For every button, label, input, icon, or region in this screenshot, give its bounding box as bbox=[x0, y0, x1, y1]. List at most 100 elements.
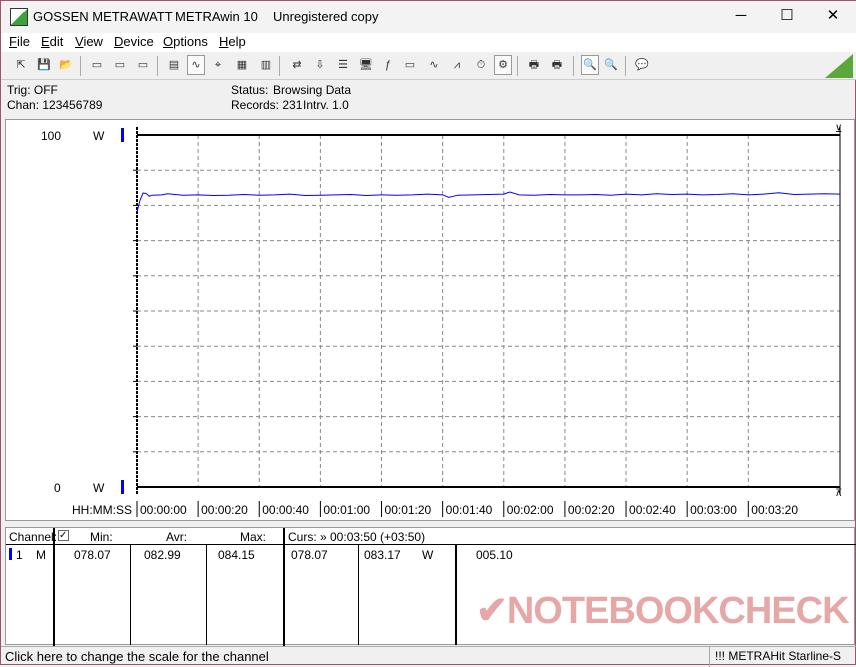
trigger-icon[interactable]: ⚙ bbox=[494, 55, 512, 75]
avr-header: Avr: bbox=[166, 530, 188, 544]
device-clear-icon[interactable]: ▭ bbox=[111, 55, 129, 75]
graph-view-icon[interactable]: ∿ bbox=[187, 55, 205, 75]
x-tick-label: 00:01:20 bbox=[385, 503, 432, 517]
function-icon[interactable]: ƒ bbox=[379, 55, 397, 75]
x-tick-label: 00:00:20 bbox=[201, 503, 248, 517]
timer-icon[interactable]: ⏱ bbox=[472, 55, 490, 75]
cursor-header: Curs: » 00:03:50 (+03:50) bbox=[288, 530, 426, 544]
cursor-min-value: 078.07 bbox=[291, 548, 328, 562]
cursor-bottom-marker: ⊼ bbox=[835, 488, 842, 499]
min-value: 078.07 bbox=[74, 548, 111, 562]
menu-options[interactable]: Options bbox=[163, 34, 208, 49]
channel-color-marker bbox=[9, 548, 12, 560]
toolbar-separator bbox=[157, 56, 158, 76]
status-indicator-icon bbox=[825, 54, 853, 78]
display-icon[interactable]: ▤ bbox=[165, 55, 183, 75]
toolbar-separator bbox=[573, 56, 574, 76]
transfer-icon[interactable]: ⇄ bbox=[288, 55, 306, 75]
trigger-status: Trig: OFF bbox=[7, 83, 58, 97]
toolbar-separator bbox=[279, 56, 280, 76]
menu-bar: File Edit View Device Options Help bbox=[1, 33, 856, 52]
cursor-top-marker: ⊻ bbox=[835, 124, 842, 135]
x-tick-label: 00:02:00 bbox=[507, 503, 554, 517]
message-icon[interactable]: 💬 bbox=[633, 55, 651, 75]
close-button[interactable]: ✕ bbox=[810, 1, 856, 33]
max-header: Max: bbox=[240, 530, 267, 544]
power-chart[interactable]: 00:00:00 00:00:20 00:00:40 00:01:00 00:01:20… bbox=[6, 120, 856, 522]
x-axis-label: HH:MM:SS bbox=[72, 503, 132, 517]
scale-marker-top bbox=[121, 128, 124, 142]
app-logo-icon bbox=[10, 8, 28, 26]
device-read-icon[interactable]: ▭ bbox=[88, 55, 106, 75]
x-tick-label: 00:00:40 bbox=[262, 503, 309, 517]
info-panel: Trig: OFF Chan: 123456789 Status: Browsi… bbox=[1, 81, 856, 117]
toolbar-separator bbox=[517, 56, 518, 76]
x-tick-label: 00:00:00 bbox=[140, 503, 187, 517]
zoom-signal-icon[interactable]: 🔍 bbox=[581, 55, 599, 75]
cursor-unit: W bbox=[422, 548, 434, 562]
menu-device[interactable]: Device bbox=[114, 34, 154, 49]
license-status: Unregistered copy bbox=[273, 9, 379, 24]
toolbar: ⇱ 💾 📂 ▭ ▭ ▭ ▤ ∿ ⌖ ▦ ▥ ⇄ ⇩ ☰ 🖥 ƒ ▭ ∿ ⩘ ⏱ ⚙ 🖶 🖶 🔍 🔍 💬 bbox=[1, 52, 856, 80]
y-unit-bottom: W bbox=[93, 481, 105, 495]
maximize-button[interactable]: ☐ bbox=[764, 1, 810, 33]
notebookcheck-watermark: ✔NOTEBOOKCHECK bbox=[476, 590, 850, 632]
x-tick-label: 00:03:00 bbox=[690, 503, 737, 517]
menu-file[interactable]: File bbox=[9, 34, 30, 49]
brand-name: GOSSEN METRAWATT bbox=[33, 9, 173, 24]
zoom-icon[interactable]: 🔍 bbox=[602, 55, 620, 75]
status-hint[interactable]: Click here to change the scale for the c… bbox=[5, 649, 269, 664]
x-tick-label: 00:02:20 bbox=[568, 503, 615, 517]
chart-panel[interactable]: 00:00:00 00:00:20 00:00:40 00:01:00 00:01:20… bbox=[5, 119, 855, 521]
monitor-icon[interactable]: 🖥 bbox=[357, 55, 375, 75]
toolbar-separator bbox=[625, 56, 626, 76]
x-tick-label: 00:03:20 bbox=[751, 503, 798, 517]
device-memory-icon[interactable]: ▭ bbox=[134, 55, 152, 75]
cursor-value: 083.17 bbox=[364, 548, 401, 562]
scale-marker-bottom bbox=[121, 480, 124, 494]
menu-view[interactable]: View bbox=[75, 34, 103, 49]
channel-table: Channel: ✓ Min: Avr: Max: Curs: » 00:03:… bbox=[5, 527, 856, 646]
menu-edit[interactable]: Edit bbox=[41, 34, 63, 49]
x-tick-label: 00:01:40 bbox=[446, 503, 493, 517]
app-name: METRAwin 10 bbox=[175, 9, 258, 24]
toolbar-separator bbox=[80, 56, 81, 76]
table-view-icon[interactable]: ▦ bbox=[233, 55, 251, 75]
extra-value: 005.10 bbox=[476, 548, 513, 562]
records-count: Records: 231 bbox=[231, 98, 303, 112]
interval: Intrv. 1.0 bbox=[303, 98, 349, 112]
crosshair-icon[interactable]: ⌖ bbox=[209, 55, 227, 75]
y-min-label: 0 bbox=[54, 481, 61, 495]
status-label: Status: bbox=[231, 83, 269, 97]
channel-header: Channel: bbox=[9, 530, 58, 544]
memory-icon[interactable]: ▭ bbox=[401, 55, 419, 75]
status-bar[interactable]: Click here to change the scale for the c… bbox=[1, 646, 856, 667]
x-tick-label: 00:02:40 bbox=[629, 503, 676, 517]
avr-value: 082.99 bbox=[144, 548, 181, 562]
title-bar: GOSSEN METRAWATT METRAwin 10 Unregistere… bbox=[1, 1, 856, 33]
print-preview-icon[interactable]: 🖶 bbox=[525, 55, 543, 75]
menu-help[interactable]: Help bbox=[219, 34, 246, 49]
device-status: !!! METRAHit Starline-S bbox=[715, 649, 842, 663]
minimize-button[interactable]: ─ bbox=[718, 1, 764, 33]
download-icon[interactable]: ⇩ bbox=[311, 55, 329, 75]
channels: Chan: 123456789 bbox=[7, 98, 103, 112]
min-header: Min: bbox=[90, 530, 113, 544]
max-value: 084.15 bbox=[218, 548, 255, 562]
status-value: Browsing Data bbox=[273, 83, 352, 97]
y-max-label: 100 bbox=[41, 129, 61, 143]
export-icon[interactable]: ⇱ bbox=[12, 55, 30, 75]
waveform-icon[interactable]: ⩘ bbox=[448, 55, 466, 75]
open-icon[interactable]: 📂 bbox=[57, 55, 75, 75]
channel-mode: M bbox=[36, 548, 46, 562]
signal-icon[interactable]: ∿ bbox=[425, 55, 443, 75]
y-unit-top: W bbox=[93, 129, 105, 143]
save-icon[interactable]: 💾 bbox=[35, 55, 53, 75]
list-icon[interactable]: ☰ bbox=[334, 55, 352, 75]
x-tick-label: 00:01:00 bbox=[323, 503, 370, 517]
channel-checkbox[interactable]: ✓ bbox=[58, 530, 69, 541]
histogram-icon[interactable]: ▥ bbox=[257, 55, 275, 75]
print-icon[interactable]: 🖶 bbox=[548, 55, 566, 75]
series-line-1 bbox=[136, 191, 841, 213]
channel-number: 1 bbox=[16, 548, 23, 562]
